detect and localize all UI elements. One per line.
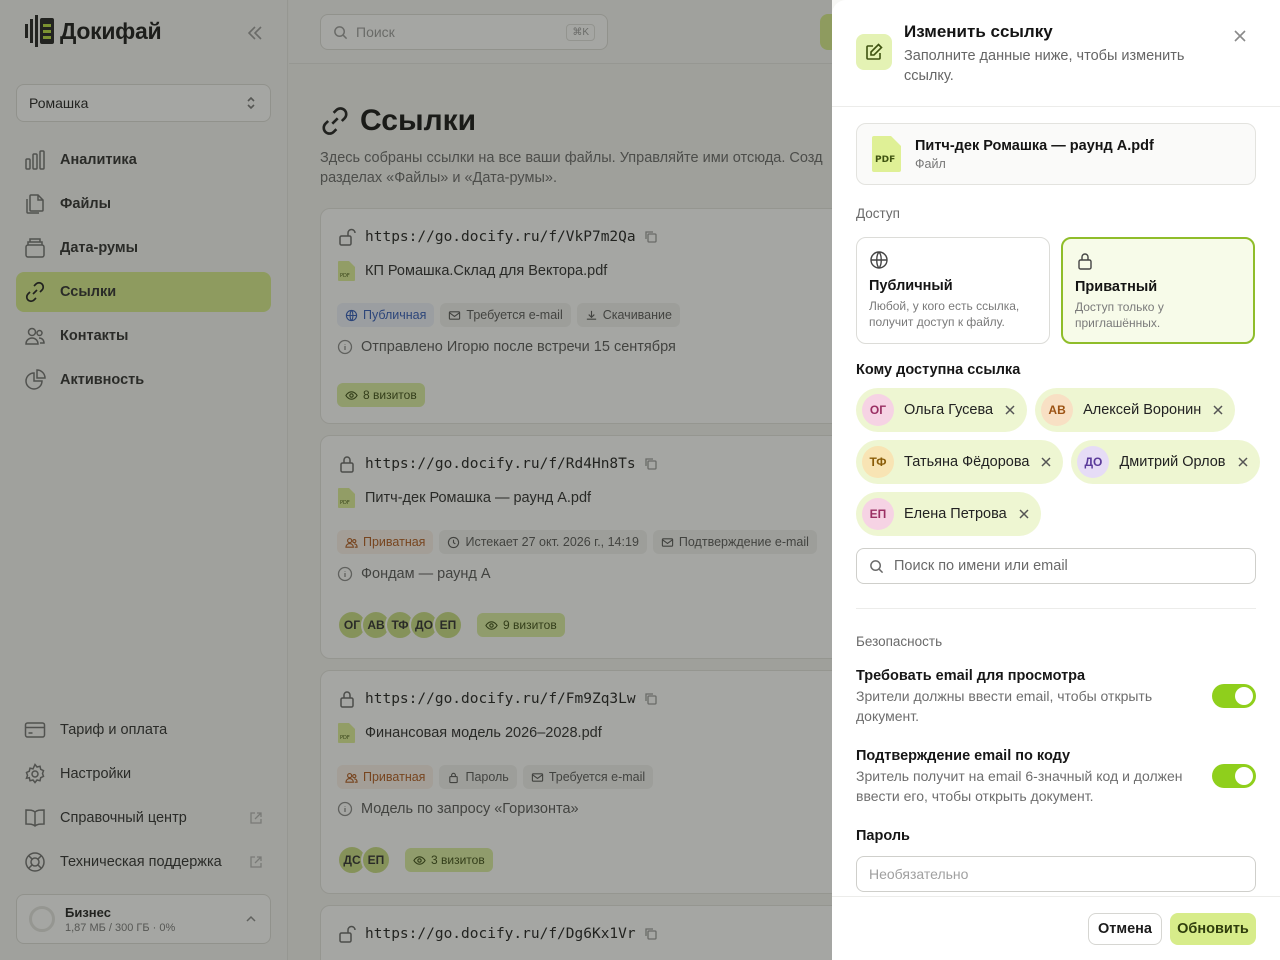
- search-icon: [870, 559, 884, 573]
- password-label: Пароль: [856, 828, 910, 844]
- edit-icon: [856, 34, 892, 70]
- access-option-title: Публичный: [869, 278, 953, 294]
- access-label: Доступ: [856, 206, 900, 221]
- security-label: Безопасность: [856, 634, 943, 649]
- access-option-desc: Любой, у кого есть ссылка, получит досту…: [869, 299, 1020, 329]
- file-kind: Файл: [915, 156, 946, 171]
- drawer-title: Изменить ссылку: [904, 22, 1053, 41]
- drawer-header: Изменить ссылку Заполните данные ниже, ч…: [832, 0, 1280, 107]
- recipient-search-placeholder: Поиск по имени или email: [894, 558, 1068, 574]
- recipient-chip: АВ Алексей Воронин: [1035, 388, 1236, 432]
- access-option-public[interactable]: Публичный Любой, у кого есть ссылка, пол…: [856, 237, 1050, 344]
- recipient-avatar: ЕП: [862, 498, 894, 530]
- password-placeholder: Необязательно: [869, 866, 969, 882]
- recipient-chips: ОГ Ольга Гусева АВ Алексей Воронин ТФ Та…: [856, 388, 1266, 536]
- recipient-avatar: ДО: [1077, 446, 1110, 478]
- pdf-badge: PDF: [875, 155, 895, 165]
- recipient-name: Алексей Воронин: [1083, 402, 1202, 418]
- close-icon: [1234, 30, 1246, 42]
- option-desc: Зритель получит на email 6-значный код и…: [856, 768, 1183, 804]
- option-title: Требовать email для просмотра: [856, 668, 1086, 684]
- email-code-toggle[interactable]: [1212, 764, 1256, 788]
- recipient-name: Елена Петрова: [904, 506, 1007, 522]
- recipient-chip: ДО Дмитрий Орлов: [1071, 440, 1260, 484]
- file-name: Питч-дек Ромашка — раунд A.pdf: [915, 137, 1154, 154]
- access-option-title: Приватный: [1075, 279, 1158, 295]
- drawer-subtitle: Заполните данные ниже, чтобы изменить сс…: [904, 48, 1185, 84]
- remove-icon[interactable]: [1211, 403, 1225, 417]
- option-email-code: Подтверждение email по коду Зритель полу…: [856, 748, 1256, 806]
- recipient-avatar: АВ: [1041, 394, 1074, 426]
- password-input[interactable]: Необязательно: [856, 856, 1256, 892]
- selected-file: PDF Питч-дек Ромашка — раунд A.pdf Файл: [856, 123, 1256, 185]
- lock-icon: [1078, 253, 1092, 270]
- recipient-chip: ЕП Елена Петрова: [856, 492, 1041, 536]
- update-button[interactable]: Обновить: [1170, 913, 1256, 945]
- recipients-label: Кому доступна ссылка: [856, 362, 1021, 378]
- pdf-file-icon: PDF: [872, 136, 901, 172]
- globe-icon: [870, 251, 888, 269]
- access-option-desc: Доступ только у приглашённых.: [1075, 300, 1164, 330]
- recipient-name: Татьяна Фёдорова: [904, 454, 1030, 470]
- recipient-avatar: ОГ: [862, 394, 894, 426]
- require-email-toggle[interactable]: [1212, 684, 1256, 708]
- remove-icon[interactable]: [1236, 455, 1250, 469]
- remove-icon[interactable]: [1017, 507, 1031, 521]
- recipient-avatar: ТФ: [862, 446, 894, 478]
- recipient-chip: ТФ Татьяна Фёдорова: [856, 440, 1064, 484]
- option-require-email: Требовать email для просмотра Зрители до…: [856, 668, 1256, 726]
- recipient-name: Ольга Гусева: [904, 402, 994, 418]
- option-title: Подтверждение email по коду: [856, 748, 1071, 764]
- modal-backdrop[interactable]: [0, 0, 832, 960]
- remove-icon[interactable]: [1039, 455, 1053, 469]
- divider: [856, 608, 1256, 609]
- edit-link-drawer: Изменить ссылку Заполните данные ниже, ч…: [832, 0, 1280, 960]
- recipient-search-input[interactable]: Поиск по имени или email: [856, 548, 1256, 584]
- cancel-button[interactable]: Отмена: [1088, 913, 1162, 945]
- recipient-name: Дмитрий Орлов: [1119, 454, 1226, 470]
- drawer-footer: Отмена Обновить: [832, 896, 1280, 960]
- recipient-chip: ОГ Ольга Гусева: [856, 388, 1028, 432]
- remove-icon[interactable]: [1003, 403, 1017, 417]
- option-desc: Зрители должны ввести email, чтобы откры…: [856, 688, 1153, 724]
- close-button[interactable]: [1230, 26, 1250, 46]
- access-option-private[interactable]: Приватный Доступ только у приглашённых.: [1061, 237, 1255, 344]
